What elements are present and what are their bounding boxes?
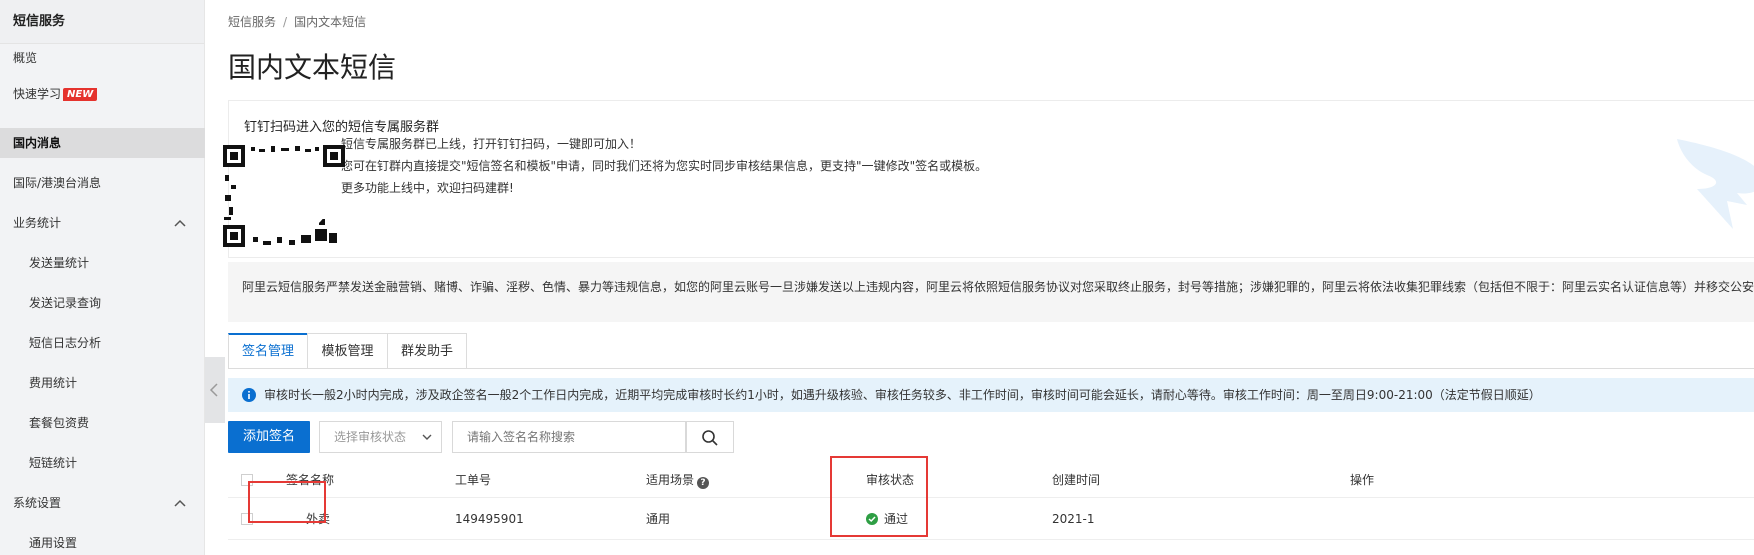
sidebar-item-label: 短链统计 bbox=[29, 456, 78, 470]
sidebar-group-system-settings[interactable]: 系统设置 bbox=[0, 488, 205, 518]
sidebar: 短信服务 概览 快速学习 NEW 国内消息 国际/港澳台消息 业务统计 发送量统计… bbox=[0, 0, 205, 555]
new-badge: NEW bbox=[63, 88, 98, 101]
col-ticket-number: 工单号 bbox=[455, 473, 492, 487]
sidebar-item-overview[interactable]: 概览 bbox=[0, 43, 205, 73]
compliance-notice: 阿里云短信服务严禁发送金融营销、赌博、诈骗、淫秽、色情、暴力等违规信息，如您的阿… bbox=[228, 262, 1754, 322]
col-scene: 适用场景? bbox=[646, 462, 710, 498]
page-title: 国内文本短信 bbox=[228, 51, 397, 84]
tab-divider bbox=[228, 368, 1754, 369]
tab-bulk-send-assistant[interactable]: 群发助手 bbox=[387, 333, 467, 369]
sidebar-title: 短信服务 bbox=[0, 0, 204, 44]
chevron-up-icon bbox=[174, 499, 186, 507]
col-scene-label: 适用场景 bbox=[646, 473, 695, 487]
sidebar-item-label: 短信日志分析 bbox=[29, 336, 102, 350]
table-row-partial bbox=[228, 541, 1754, 555]
sidebar-item-label: 发送量统计 bbox=[29, 256, 90, 270]
sidebar-item-send-records[interactable]: 发送记录查询 bbox=[0, 288, 205, 318]
dingtalk-line-1: 短信专属服务群已上线，打开钉钉扫码，一键即可加入！ bbox=[341, 137, 642, 151]
highlight-box-review-status bbox=[830, 456, 928, 537]
sidebar-item-label: 业务统计 bbox=[13, 216, 62, 230]
sidebar-item-label: 概览 bbox=[13, 51, 38, 65]
sidebar-item-shortlink-stats[interactable]: 短链统计 bbox=[0, 448, 205, 478]
col-created-time: 创建时间 bbox=[1052, 473, 1101, 487]
sidebar-item-log-analysis[interactable]: 短信日志分析 bbox=[0, 328, 205, 358]
qr-code-icon bbox=[223, 145, 345, 247]
tab-signature-management[interactable]: 签名管理 bbox=[228, 333, 308, 369]
search-button[interactable] bbox=[686, 421, 734, 453]
sidebar-item-label: 费用统计 bbox=[29, 376, 78, 390]
sidebar-group-business-stats[interactable]: 业务统计 bbox=[0, 208, 205, 238]
sidebar-item-label: 发送记录查询 bbox=[29, 296, 102, 310]
help-icon[interactable]: ? bbox=[697, 477, 710, 489]
tab-template-management[interactable]: 模板管理 bbox=[307, 333, 388, 369]
dingtalk-panel: 钉钉扫码进入您的短信专属服务群 短信专属服务群已上线，打开钉钉扫码，一键即可加入… bbox=[228, 100, 1754, 258]
review-info-text: 审核时长一般2小时内完成，涉及政企签名一般2个工作日内完成，近期平均完成审核时长… bbox=[264, 388, 1541, 402]
review-status-placeholder: 选择审核状态 bbox=[334, 430, 407, 444]
table-row: 外卖 149495901 通用 通过 2021-1 bbox=[228, 498, 1754, 540]
dingtalk-line-2: 您可在钉群内直接提交"短信签名和模板"申请，同时我们还将为您实时同步审核结果信息… bbox=[341, 159, 988, 173]
sidebar-item-domestic[interactable]: 国内消息 bbox=[0, 128, 205, 158]
breadcrumb-current: 国内文本短信 bbox=[294, 15, 367, 29]
highlight-box-signature-name bbox=[248, 481, 326, 523]
app-root: 短信服务 概览 快速学习 NEW 国内消息 国际/港澳台消息 业务统计 发送量统计… bbox=[0, 0, 1754, 555]
breadcrumb-root[interactable]: 短信服务 bbox=[228, 15, 276, 29]
dingtalk-line-3: 更多功能上线中，欢迎扫码建群! bbox=[341, 181, 514, 195]
info-icon bbox=[242, 388, 256, 402]
sidebar-item-general-settings[interactable]: 通用设置 bbox=[0, 528, 205, 555]
sidebar-item-label: 通用设置 bbox=[29, 536, 78, 550]
sidebar-item-label: 系统设置 bbox=[13, 496, 62, 510]
cell-created-time: 2021-1 bbox=[1052, 512, 1095, 526]
col-actions: 操作 bbox=[1350, 473, 1375, 487]
sidebar-item-cost-stats[interactable]: 费用统计 bbox=[0, 368, 205, 398]
breadcrumb-separator: / bbox=[283, 15, 288, 29]
sidebar-item-label: 套餐包资费 bbox=[29, 416, 90, 430]
dingtalk-heading: 钉钉扫码进入您的短信专属服务群 bbox=[244, 120, 440, 135]
sidebar-item-label: 国内消息 bbox=[13, 136, 62, 150]
table-header: 签名名称 工单号 适用场景? 审核状态 创建时间 操作 bbox=[228, 462, 1754, 498]
cell-scene: 通用 bbox=[646, 512, 671, 526]
cell-ticket-number: 149495901 bbox=[455, 512, 524, 526]
add-signature-button[interactable]: 添加签名 bbox=[228, 421, 310, 453]
sidebar-item-label: 快速学习 bbox=[13, 87, 62, 101]
sidebar-item-international[interactable]: 国际/港澳台消息 bbox=[0, 168, 205, 198]
search-icon bbox=[702, 430, 718, 446]
sidebar-item-package-fees[interactable]: 套餐包资费 bbox=[0, 408, 205, 438]
breadcrumb: 短信服务 / 国内文本短信 bbox=[228, 13, 366, 30]
sidebar-item-label: 国际/港澳台消息 bbox=[13, 176, 102, 190]
chevron-up-icon bbox=[174, 219, 186, 227]
sidebar-item-send-volume[interactable]: 发送量统计 bbox=[0, 248, 205, 278]
sidebar-item-quick-learn[interactable]: 快速学习 NEW bbox=[0, 79, 205, 109]
chevron-down-icon bbox=[422, 434, 432, 440]
dingtalk-logo-icon bbox=[1677, 139, 1754, 229]
signature-search-input[interactable] bbox=[452, 421, 686, 453]
main-content: 短信服务 / 国内文本短信 国内文本短信 钉钉扫码进入您的短信专属服务群 短信专属服… bbox=[206, 0, 1754, 555]
review-info-bar: 审核时长一般2小时内完成，涉及政企签名一般2个工作日内完成，近期平均完成审核时长… bbox=[228, 378, 1754, 412]
review-status-select[interactable]: 选择审核状态 bbox=[319, 421, 442, 453]
